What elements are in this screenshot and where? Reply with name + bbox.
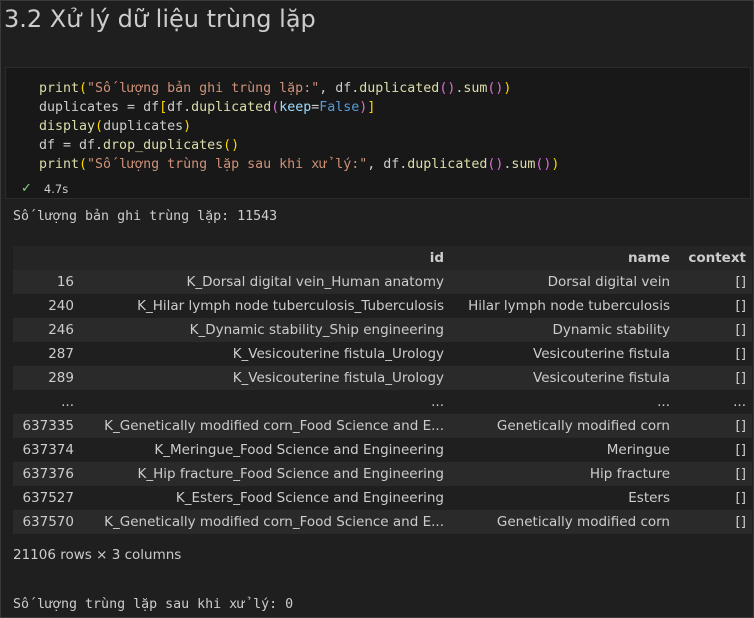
code-line-5: print("Số lượng trùng lặp sau khi xử lý:…: [39, 157, 560, 172]
cell-name: Dorsal digital vein: [450, 270, 676, 294]
cell-context: []: [676, 366, 752, 390]
table-row: 240 K_Hilar lymph node tuberculosis_Tube…: [13, 294, 752, 318]
cell-context: []: [676, 342, 752, 366]
table-row: 637335 K_Genetically modified corn_Food …: [13, 414, 752, 438]
cell-context: []: [676, 510, 752, 534]
row-index: 246: [13, 318, 80, 342]
cell-context: ...: [676, 390, 752, 414]
row-index: 637335: [13, 414, 80, 438]
cell-focus-bar: [6, 68, 9, 200]
code-line-2: duplicates = df[df.duplicated(keep=False…: [39, 100, 376, 115]
table-row: 246 K_Dynamic stability_Ship engineering…: [13, 318, 752, 342]
index-header: [13, 246, 80, 270]
output-line-after-dedup: Số lượng trùng lặp sau khi xử lý: 0: [13, 597, 294, 612]
cell-id: K_Vesicouterine fistula_Urology: [80, 342, 450, 366]
cell-name: Meringue: [450, 438, 676, 462]
section-heading: 3.2 Xử lý dữ liệu trùng lặp: [4, 5, 316, 33]
row-index: 637570: [13, 510, 80, 534]
cell-name: Genetically modified corn: [450, 414, 676, 438]
code-cell[interactable]: print("Số lượng bản ghi trùng lặp:", df.…: [5, 67, 751, 199]
row-index: 289: [13, 366, 80, 390]
cell-context: []: [676, 318, 752, 342]
cell-id: K_Meringue_Food Science and Engineering: [80, 438, 450, 462]
row-index: ...: [13, 390, 80, 414]
column-header-id: id: [80, 246, 450, 270]
cell-name: Vesicouterine fistula: [450, 366, 676, 390]
table-row: 16 K_Dorsal digital vein_Human anatomy D…: [13, 270, 752, 294]
cell-name: Esters: [450, 486, 676, 510]
cell-name: ...: [450, 390, 676, 414]
column-header-context: context: [676, 246, 752, 270]
row-index: 637527: [13, 486, 80, 510]
table-row: 287 K_Vesicouterine fistula_Urology Vesi…: [13, 342, 752, 366]
cell-name: Hip fracture: [450, 462, 676, 486]
cell-id: K_Genetically modified corn_Food Science…: [80, 414, 450, 438]
cell-context: []: [676, 438, 752, 462]
cell-id: K_Hip fracture_Food Science and Engineer…: [80, 462, 450, 486]
table-row: 637374 K_Meringue_Food Science and Engin…: [13, 438, 752, 462]
cell-id: K_Genetically modified corn_Food Science…: [80, 510, 450, 534]
column-header-name: name: [450, 246, 676, 270]
cell-context: []: [676, 462, 752, 486]
cell-name: Hilar lymph node tuberculosis: [450, 294, 676, 318]
code-line-4: df = df.drop_duplicates(): [39, 138, 240, 153]
cell-name: Dynamic stability: [450, 318, 676, 342]
execution-time: 4.7s: [43, 181, 69, 196]
code-line-1: print("Số lượng bản ghi trùng lặp:", df.…: [39, 81, 512, 96]
cell-name: Genetically modified corn: [450, 510, 676, 534]
cell-id: K_Dynamic stability_Ship engineering: [80, 318, 450, 342]
table-row: 637376 K_Hip fracture_Food Science and E…: [13, 462, 752, 486]
cell-id: K_Vesicouterine fistula_Urology: [80, 366, 450, 390]
table-row: 637527 K_Esters_Food Science and Enginee…: [13, 486, 752, 510]
table-row-ellipsis: ... ... ... ...: [13, 390, 752, 414]
code-line-3: display(duplicates): [39, 119, 192, 134]
cell-name: Vesicouterine fistula: [450, 342, 676, 366]
row-index: 240: [13, 294, 80, 318]
table-header-row: id name context: [13, 246, 752, 270]
row-index: 16: [13, 270, 80, 294]
cell-context: []: [676, 414, 752, 438]
cell-context: []: [676, 486, 752, 510]
notebook-page: 3.2 Xử lý dữ liệu trùng lặp print("Số lư…: [0, 0, 754, 618]
check-icon: ✓: [21, 181, 32, 196]
code-editor[interactable]: print("Số lượng bản ghi trùng lặp:", df.…: [39, 79, 559, 174]
row-index: 287: [13, 342, 80, 366]
dataframe-shape: 21106 rows × 3 columns: [13, 547, 182, 563]
cell-id: K_Hilar lymph node tuberculosis_Tubercul…: [80, 294, 450, 318]
cell-context: []: [676, 270, 752, 294]
row-index: 637376: [13, 462, 80, 486]
dataframe-table: id name context 16 K_Dorsal digital vein…: [13, 246, 752, 534]
cell-id: ...: [80, 390, 450, 414]
cell-context: []: [676, 294, 752, 318]
cell-id: K_Esters_Food Science and Engineering: [80, 486, 450, 510]
execution-status: ✓ 4.7s: [21, 181, 68, 196]
cell-id: K_Dorsal digital vein_Human anatomy: [80, 270, 450, 294]
output-line-duplicates-count: Số lượng bản ghi trùng lặp: 11543: [13, 209, 278, 224]
row-index: 637374: [13, 438, 80, 462]
table-row: 289 K_Vesicouterine fistula_Urology Vesi…: [13, 366, 752, 390]
table-row: 637570 K_Genetically modified corn_Food …: [13, 510, 752, 534]
